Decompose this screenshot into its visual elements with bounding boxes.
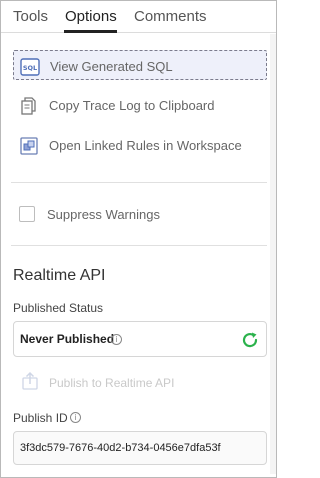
copy-document-icon	[19, 96, 39, 116]
tab-options[interactable]: Options	[65, 7, 117, 27]
publish-id-field[interactable]: 3f3dc579-7676-40d2-b734-0456e7dfa53f	[13, 431, 267, 465]
info-icon[interactable]: i	[70, 412, 81, 423]
active-tab-indicator	[64, 30, 117, 33]
tab-comments[interactable]: Comments	[134, 7, 207, 27]
copy-trace-log-label: Copy Trace Log to Clipboard	[49, 98, 215, 113]
panel-scrollbar[interactable]	[270, 34, 276, 474]
publish-to-realtime-api-label: Publish to Realtime API	[49, 376, 175, 390]
publish-upload-icon	[21, 371, 39, 391]
open-linked-rules-label: Open Linked Rules in Workspace	[49, 138, 242, 153]
options-panel: Tools Options Comments SQL View Generate…	[0, 0, 277, 478]
info-icon[interactable]: i	[111, 334, 122, 345]
suppress-warnings-label: Suppress Warnings	[47, 207, 160, 222]
divider	[11, 182, 267, 183]
publish-id-value: 3f3dc579-7676-40d2-b734-0456e7dfa53f	[20, 442, 221, 454]
publish-to-realtime-api-button[interactable]: Publish to Realtime API	[13, 367, 267, 397]
published-status-value: Never Published	[20, 332, 115, 346]
publish-id-label: Publish ID	[13, 411, 68, 425]
view-generated-sql-button[interactable]: SQL View Generated SQL	[13, 50, 267, 80]
published-status-label: Published Status	[13, 301, 104, 315]
tab-tools[interactable]: Tools	[13, 7, 48, 27]
realtime-api-heading: Realtime API	[13, 267, 106, 284]
refresh-icon[interactable]	[240, 330, 260, 350]
open-linked-rules-button[interactable]: Open Linked Rules in Workspace	[13, 130, 267, 160]
tab-bar: Tools Options Comments	[1, 1, 276, 33]
linked-rules-icon	[19, 136, 39, 156]
sql-icon: SQL	[20, 57, 40, 77]
svg-text:SQL: SQL	[23, 64, 37, 72]
published-status-field: Never Published i	[13, 321, 267, 357]
view-generated-sql-label: View Generated SQL	[50, 59, 173, 74]
suppress-warnings-checkbox[interactable]	[19, 206, 35, 222]
divider	[11, 245, 267, 246]
copy-trace-log-button[interactable]: Copy Trace Log to Clipboard	[13, 90, 267, 120]
